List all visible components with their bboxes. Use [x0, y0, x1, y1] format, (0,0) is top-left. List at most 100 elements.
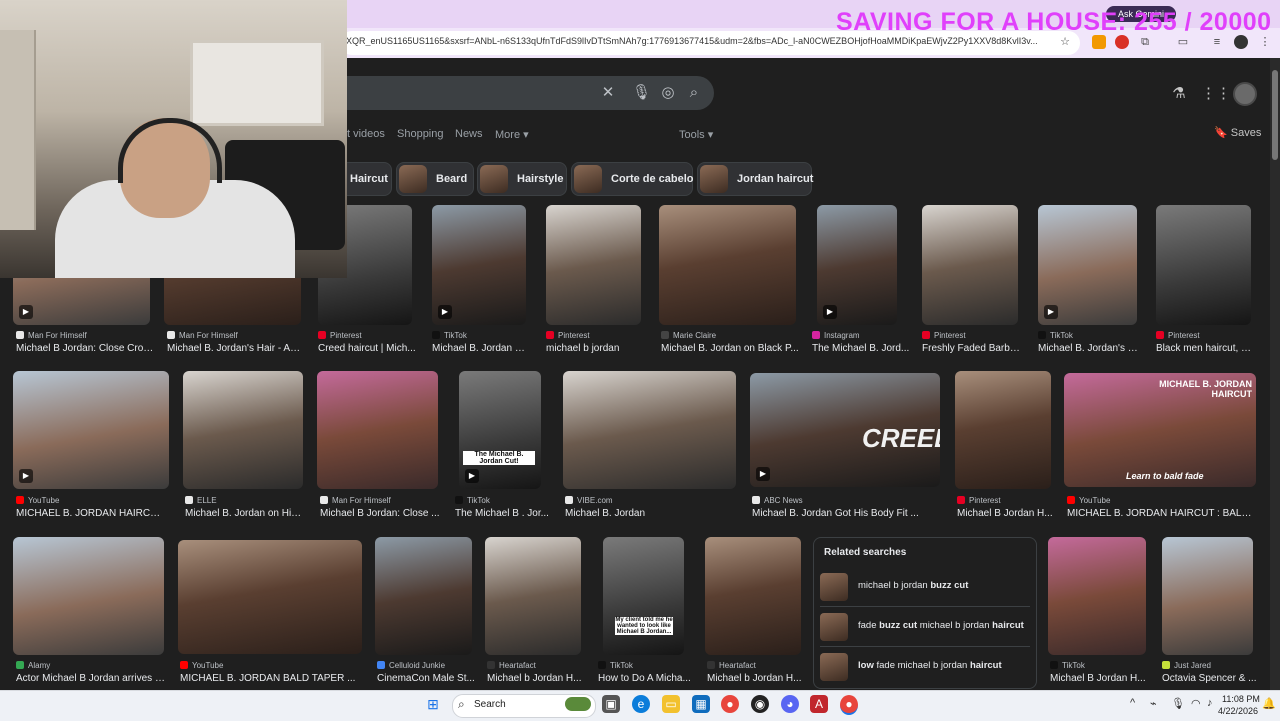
result-source[interactable]: TikTok — [1038, 331, 1138, 340]
store-icon[interactable]: ▦ — [692, 695, 710, 713]
image-result[interactable]: ▶ — [1038, 205, 1137, 325]
account-avatar[interactable] — [1233, 82, 1257, 106]
lens-icon[interactable]: ◎ — [659, 84, 677, 102]
image-result[interactable] — [183, 371, 303, 489]
bookmark-star-icon[interactable]: ☆ — [1058, 35, 1072, 49]
related-search-item[interactable]: fade buzz cut michael b jordan haircut — [820, 610, 1030, 644]
chip-jordan-haircut[interactable]: Jordan haircut — [697, 162, 813, 196]
chip-hairstyle[interactable]: Hairstyle — [477, 162, 567, 196]
result-source[interactable]: Pinterest — [957, 496, 1053, 505]
tools-button[interactable]: Tools ▾ — [679, 128, 713, 141]
tab-more[interactable]: More ▾ — [495, 128, 529, 141]
result-title[interactable]: The Michael B . Jor... — [455, 508, 550, 519]
result-title[interactable]: Michael b Jordan H... — [487, 673, 587, 684]
network-icon[interactable]: ⌁ — [1150, 697, 1157, 710]
image-result[interactable]: The Michael B. Jordan Cut! ▶ — [459, 371, 541, 489]
result-source[interactable]: Man For Himself — [16, 331, 156, 340]
downloads-icon[interactable]: ≡ — [1210, 35, 1224, 49]
close-icon[interactable]: ✕ — [599, 84, 617, 102]
tab-videos[interactable]: t videos — [347, 128, 385, 140]
image-result[interactable] — [178, 540, 362, 654]
result-source[interactable]: ELLE — [185, 496, 305, 505]
image-result[interactable]: ▶ — [432, 205, 526, 325]
puzzle-icon[interactable]: ⧉ — [1138, 35, 1152, 49]
result-source[interactable]: VIBE.com — [565, 496, 735, 505]
image-result[interactable] — [563, 371, 736, 489]
related-search-item[interactable]: low fade michael b jordan haircut — [820, 650, 1030, 684]
image-result[interactable] — [485, 537, 581, 655]
result-title[interactable]: MICHAEL B. JORDAN HAIRCUT | ... — [16, 508, 166, 519]
chip-beard[interactable]: Beard — [396, 162, 474, 196]
discord-icon[interactable]: ◕ — [781, 695, 799, 713]
result-title[interactable]: MICHAEL B. JORDAN BALD TAPER ... — [180, 673, 365, 684]
extension-icon[interactable] — [1115, 35, 1129, 49]
edge-icon[interactable]: e — [632, 695, 650, 713]
result-source[interactable]: Heartafact — [487, 661, 587, 670]
image-result[interactable] — [546, 205, 641, 325]
menu-dots-icon[interactable]: ⋮ — [1258, 35, 1272, 49]
result-title[interactable]: Michael B. Jordan on Black P... — [661, 343, 801, 354]
tab-news[interactable]: News — [455, 128, 483, 140]
result-title[interactable]: Michael b Jordan H... — [707, 673, 807, 684]
file-explorer-icon[interactable]: ▭ — [662, 695, 680, 713]
result-source[interactable]: YouTube — [180, 661, 365, 670]
tab-shopping[interactable]: Shopping — [397, 128, 444, 140]
result-title[interactable]: Black men haircut, H... — [1156, 343, 1256, 354]
image-result[interactable] — [705, 537, 801, 655]
wifi-icon[interactable]: ◠ — [1191, 697, 1201, 710]
search-icon[interactable]: ⌕ — [685, 84, 703, 102]
microphone-icon[interactable]: 🎙 — [1171, 697, 1185, 710]
clock-time[interactable]: 11:08 PM — [1222, 694, 1260, 704]
result-title[interactable]: The Michael B. Jord... — [812, 343, 912, 354]
result-title[interactable]: MICHAEL B. JORDAN HAIRCUT : BALD FA... — [1067, 508, 1257, 519]
microphone-icon[interactable]: 🎙 — [632, 84, 651, 102]
result-title[interactable]: Creed haircut | Mich... — [318, 343, 418, 354]
image-result[interactable]: ▶ — [817, 205, 897, 325]
extension-icon[interactable] — [1092, 35, 1106, 49]
result-title[interactable]: Michael B. Jordan's Hair - Afr... — [167, 343, 301, 354]
result-source[interactable]: Pinterest — [318, 331, 418, 340]
chrome-icon[interactable]: ● — [721, 695, 739, 713]
result-source[interactable]: ABC News — [752, 496, 942, 505]
related-search-item[interactable]: michael b jordan buzz cut — [820, 570, 1030, 604]
image-result[interactable] — [13, 537, 164, 655]
obs-icon[interactable]: ◉ — [751, 695, 769, 713]
result-title[interactable]: CinemaCon Male St... — [377, 673, 477, 684]
result-title[interactable]: Michael B Jordan: Close Crop... — [16, 343, 156, 354]
saves-button[interactable]: 🔖 Saves — [1214, 126, 1261, 139]
result-title[interactable]: Michael B Jordan H... — [957, 508, 1053, 519]
result-title[interactable]: Michael B. Jordan's F... — [1038, 343, 1138, 354]
chip-haircut[interactable]: Haircut — [340, 162, 392, 196]
result-source[interactable]: Man For Himself — [320, 496, 440, 505]
image-result[interactable] — [317, 371, 438, 489]
apps-grid-icon[interactable]: ⋮⋮ — [1201, 84, 1231, 104]
result-title[interactable]: How to Do A Micha... — [598, 673, 693, 684]
notification-bell-icon[interactable]: 🔔 — [1262, 697, 1276, 710]
profile-avatar-icon[interactable] — [1234, 35, 1248, 49]
result-title[interactable]: Michael B Jordan: Close ... — [320, 508, 440, 519]
adobe-icon[interactable]: A — [810, 695, 828, 713]
labs-flask-icon[interactable]: ⚗ — [1169, 84, 1189, 104]
result-title[interactable]: Michael B Jordan H... — [1050, 673, 1150, 684]
result-source[interactable]: TikTok — [432, 331, 532, 340]
result-source[interactable]: Heartafact — [707, 661, 807, 670]
task-view-icon[interactable]: ▣ — [602, 695, 620, 713]
url-text[interactable]: XQR_enUS1165US1165&sxsrf=ANbL-n6S133qUfn… — [346, 36, 1046, 46]
scrollbar-thumb[interactable] — [1272, 70, 1278, 160]
result-title[interactable]: Michael B. Jordan — [565, 508, 735, 519]
image-result[interactable]: ▶ — [13, 371, 169, 489]
result-source[interactable]: Alamy — [16, 661, 166, 670]
result-title[interactable]: Octavia Spencer & ... — [1162, 673, 1262, 684]
image-result[interactable]: MICHAEL B. JORDAN HAIRCUT Learn to bald f… — [1064, 373, 1256, 487]
result-source[interactable]: Marie Claire — [661, 331, 801, 340]
image-result[interactable] — [1048, 537, 1146, 655]
result-source[interactable]: YouTube — [16, 496, 166, 505]
image-result[interactable]: My client told me he wanted to look like… — [603, 537, 684, 655]
result-source[interactable]: Instagram — [812, 331, 912, 340]
result-title[interactable]: Michael B. Jordan W... — [432, 343, 532, 354]
result-source[interactable]: YouTube — [1067, 496, 1257, 505]
volume-icon[interactable]: ♪ — [1207, 697, 1213, 709]
image-result[interactable] — [1156, 205, 1251, 325]
chevron-up-icon[interactable]: ^ — [1130, 697, 1135, 709]
result-title[interactable]: Actor Michael B Jordan arrives o... — [16, 673, 166, 684]
